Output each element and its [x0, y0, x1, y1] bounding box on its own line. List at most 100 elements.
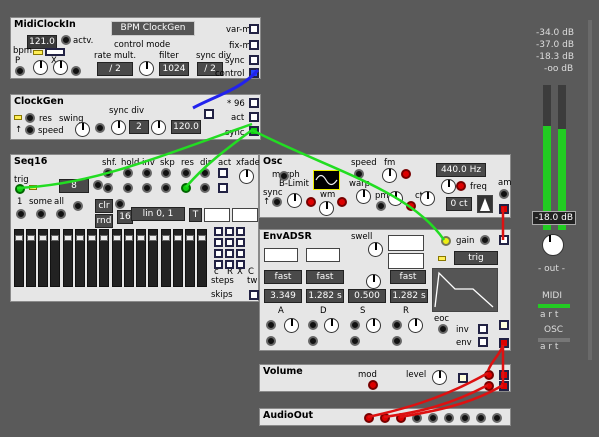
var-m-port[interactable] [249, 24, 259, 34]
out-port-6[interactable] [444, 413, 454, 423]
sync-port[interactable] [249, 55, 259, 65]
rate-mult-display[interactable]: / 2 [97, 62, 133, 76]
rate-knob[interactable] [139, 61, 154, 76]
divtrig-port[interactable] [93, 180, 103, 190]
a-value[interactable]: 3.349 [264, 289, 302, 303]
clr-button[interactable]: clr [95, 199, 113, 213]
control-port[interactable] [249, 68, 259, 78]
step-fader[interactable] [185, 229, 195, 287]
s-value[interactable]: 0.500 [348, 289, 386, 303]
out-port-4[interactable] [412, 413, 422, 423]
trig-port[interactable] [15, 184, 25, 194]
fast-display-1[interactable]: fast [264, 270, 302, 284]
curve-knob[interactable] [366, 274, 381, 289]
am-port[interactable] [499, 189, 509, 199]
inv-port[interactable] [142, 168, 152, 178]
out-port-2[interactable] [499, 381, 509, 391]
env-port[interactable] [478, 337, 488, 347]
res-port[interactable] [25, 113, 35, 123]
act-port-2[interactable] [218, 183, 228, 193]
step-fader[interactable] [38, 229, 48, 287]
fader-cap[interactable] [174, 235, 182, 241]
step-fader[interactable] [50, 229, 60, 287]
step-grid-port[interactable] [214, 227, 223, 236]
env-out-port[interactable] [499, 320, 509, 330]
divtrig-display[interactable]: 8 [59, 179, 89, 193]
d-port-2[interactable] [308, 336, 318, 346]
fader-cap[interactable] [15, 235, 23, 241]
warp-knob[interactable] [356, 189, 371, 204]
act-port[interactable] [249, 112, 259, 122]
step-fader[interactable] [99, 229, 109, 287]
in-port-2[interactable] [484, 381, 494, 391]
osc-out-port[interactable] [499, 204, 509, 214]
res-port-2[interactable] [181, 183, 191, 193]
gain-port[interactable] [480, 235, 490, 245]
act-port[interactable] [218, 168, 228, 178]
r-port[interactable] [392, 320, 402, 330]
ct-display[interactable]: 0 ct [446, 197, 472, 211]
a-port-2[interactable] [266, 336, 276, 346]
fader-cap[interactable] [88, 235, 96, 241]
in-port[interactable] [484, 370, 494, 380]
clr-port[interactable] [115, 199, 125, 209]
col-some-port[interactable] [36, 209, 46, 219]
ramp-up-shape[interactable] [204, 208, 230, 222]
wm-knob[interactable] [319, 201, 334, 216]
step-fader[interactable] [124, 229, 134, 287]
inv-port[interactable] [478, 324, 488, 334]
fader-cap[interactable] [76, 235, 84, 241]
d-value[interactable]: 1.282 s [306, 289, 344, 303]
fader-cap[interactable] [27, 235, 35, 241]
wm-port-1[interactable] [306, 197, 316, 207]
freq-display[interactable]: 440.0 Hz [436, 163, 486, 177]
env-out-port-2[interactable] [499, 338, 509, 348]
level-port[interactable] [458, 373, 468, 383]
s-port[interactable] [350, 320, 360, 330]
skp-port-2[interactable] [161, 183, 171, 193]
t-button[interactable]: T [189, 208, 202, 222]
fader-cap[interactable] [198, 235, 206, 241]
fader-cap[interactable] [149, 235, 157, 241]
a-port[interactable] [266, 320, 276, 330]
col-all-port[interactable] [56, 209, 66, 219]
eoc-port[interactable] [438, 324, 448, 334]
out-port-5[interactable] [428, 413, 438, 423]
scroll-track[interactable] [588, 20, 592, 360]
x-knob[interactable] [53, 60, 68, 75]
skips-port[interactable] [249, 290, 259, 300]
swing-knob[interactable] [75, 122, 90, 137]
mod-port[interactable] [368, 380, 378, 390]
step-grid-port[interactable] [225, 249, 234, 258]
col-all-port-2[interactable] [73, 201, 83, 211]
step-grid-port[interactable] [236, 249, 245, 258]
fader-cap[interactable] [64, 235, 72, 241]
out-port-2[interactable] [380, 413, 390, 423]
tempo-port[interactable] [204, 109, 214, 119]
p-port[interactable] [15, 66, 25, 76]
xfade-knob[interactable] [239, 169, 254, 184]
module-name-field[interactable]: BPM ClockGen [111, 21, 195, 36]
step-grid-port[interactable] [236, 260, 245, 269]
activ-port[interactable] [61, 35, 71, 45]
step-grid-port[interactable] [225, 260, 234, 269]
rnd-button[interactable]: rnd [95, 214, 113, 228]
step-grid-port[interactable] [225, 238, 234, 247]
release-shape[interactable] [388, 253, 424, 269]
out96-port[interactable] [249, 98, 259, 108]
fader-cap[interactable] [137, 235, 145, 241]
trig-port[interactable] [441, 236, 451, 246]
shf-port-2[interactable] [103, 183, 113, 193]
inv-port-2[interactable] [142, 183, 152, 193]
range-display[interactable]: lin 0, 1 [131, 207, 185, 221]
out-port-1[interactable] [364, 413, 374, 423]
fader-cap[interactable] [125, 235, 133, 241]
step-fader[interactable] [75, 229, 85, 287]
swell-knob[interactable] [368, 242, 383, 257]
level-knob[interactable] [432, 370, 447, 385]
freq-knob[interactable] [441, 179, 456, 194]
res-port[interactable] [181, 168, 191, 178]
freq-port[interactable] [456, 181, 466, 191]
fm-port[interactable] [401, 169, 411, 179]
step-grid-port[interactable] [214, 249, 223, 258]
